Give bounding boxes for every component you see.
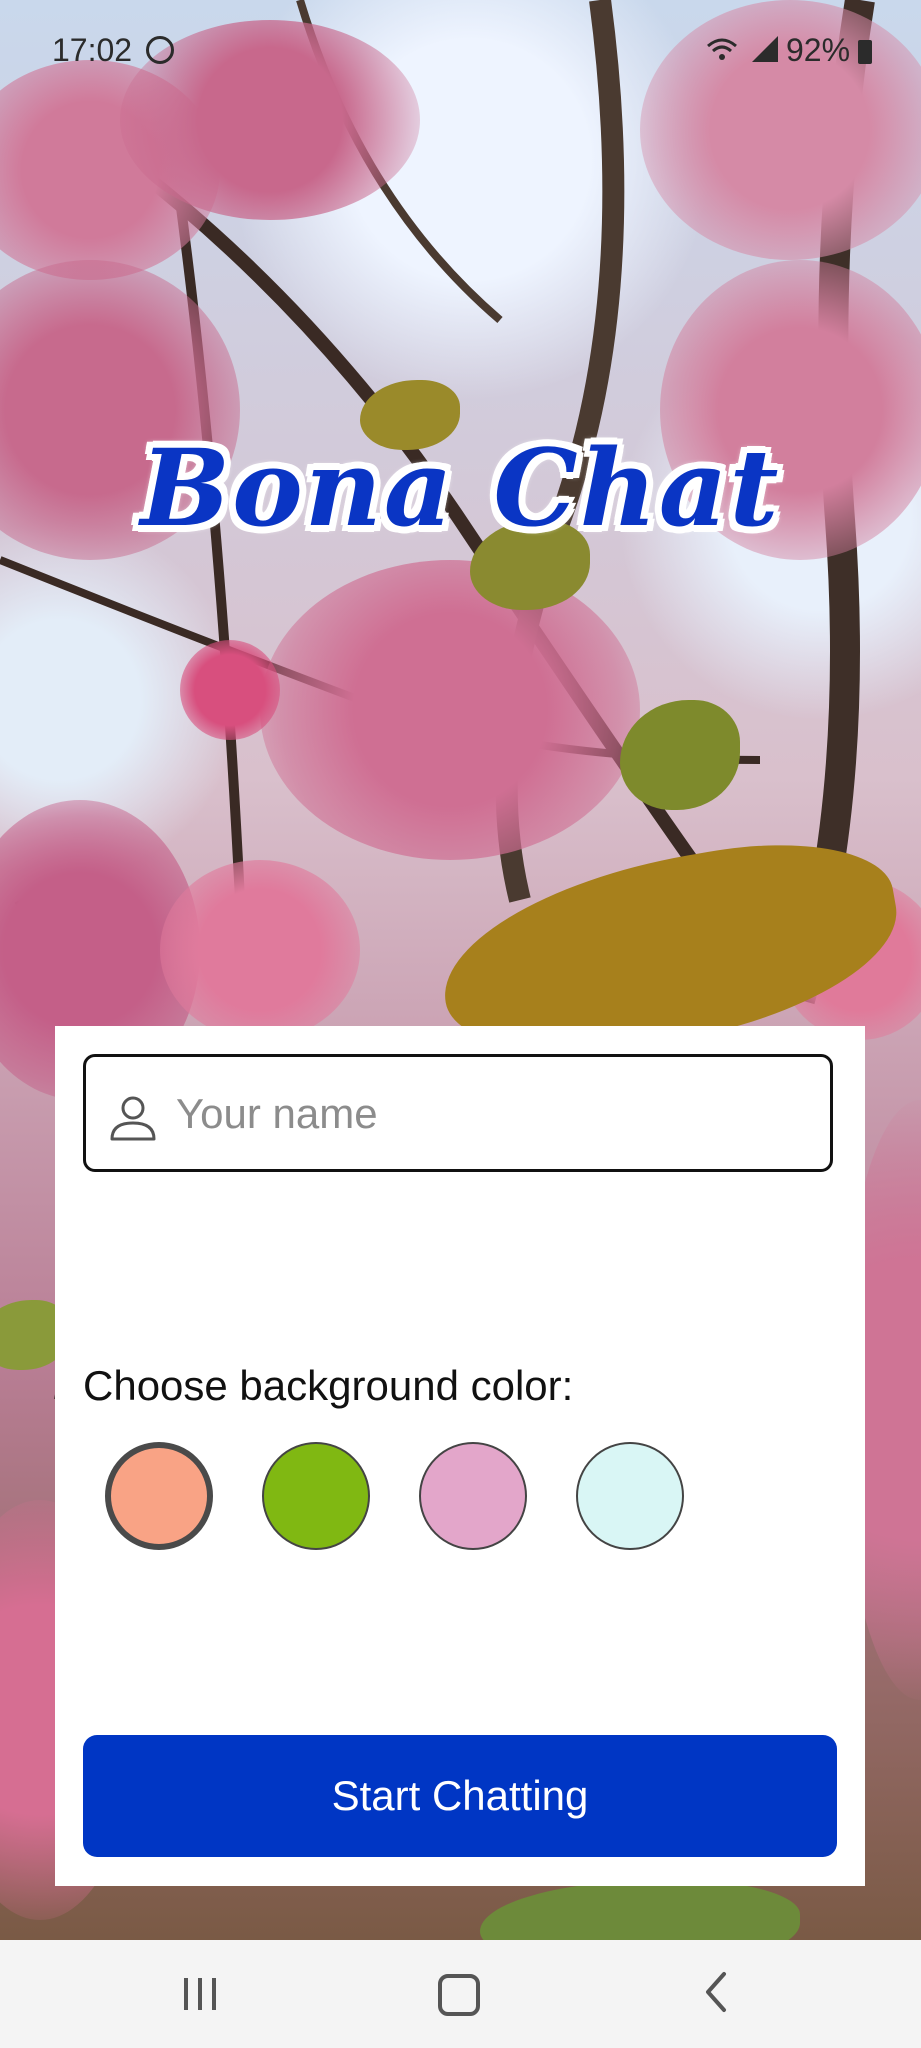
blossom bbox=[160, 860, 360, 1040]
battery-percent: 92% bbox=[786, 32, 851, 68]
app-title: Bona Chat bbox=[140, 425, 781, 550]
blossom bbox=[180, 640, 280, 740]
person-icon bbox=[110, 1096, 156, 1141]
start-form-card: Choose background color: Start Chatting bbox=[55, 1026, 865, 1886]
color-swatch-pink[interactable] bbox=[419, 1442, 527, 1550]
wifi-icon bbox=[707, 38, 737, 60]
navigation-bar bbox=[0, 1940, 921, 2048]
name-field[interactable] bbox=[83, 1054, 833, 1172]
home-icon[interactable] bbox=[438, 1974, 480, 2016]
status-time: 17:02 bbox=[52, 32, 133, 68]
battery-icon bbox=[858, 40, 872, 64]
color-label: Choose background color: bbox=[83, 1362, 574, 1409]
status-bar: 17:02 92% bbox=[0, 0, 921, 100]
recent-apps-icon[interactable] bbox=[182, 1976, 218, 2012]
back-icon[interactable] bbox=[700, 1970, 732, 2014]
color-swatch-light-cyan[interactable] bbox=[576, 1442, 684, 1550]
color-swatch-green[interactable] bbox=[262, 1442, 370, 1550]
blossom bbox=[260, 560, 640, 860]
start-chatting-button[interactable]: Start Chatting bbox=[83, 1735, 837, 1857]
name-input[interactable] bbox=[174, 1071, 818, 1157]
color-swatch-salmon[interactable] bbox=[105, 1442, 213, 1550]
alarm-icon bbox=[146, 36, 174, 64]
signal-icon bbox=[752, 36, 778, 62]
